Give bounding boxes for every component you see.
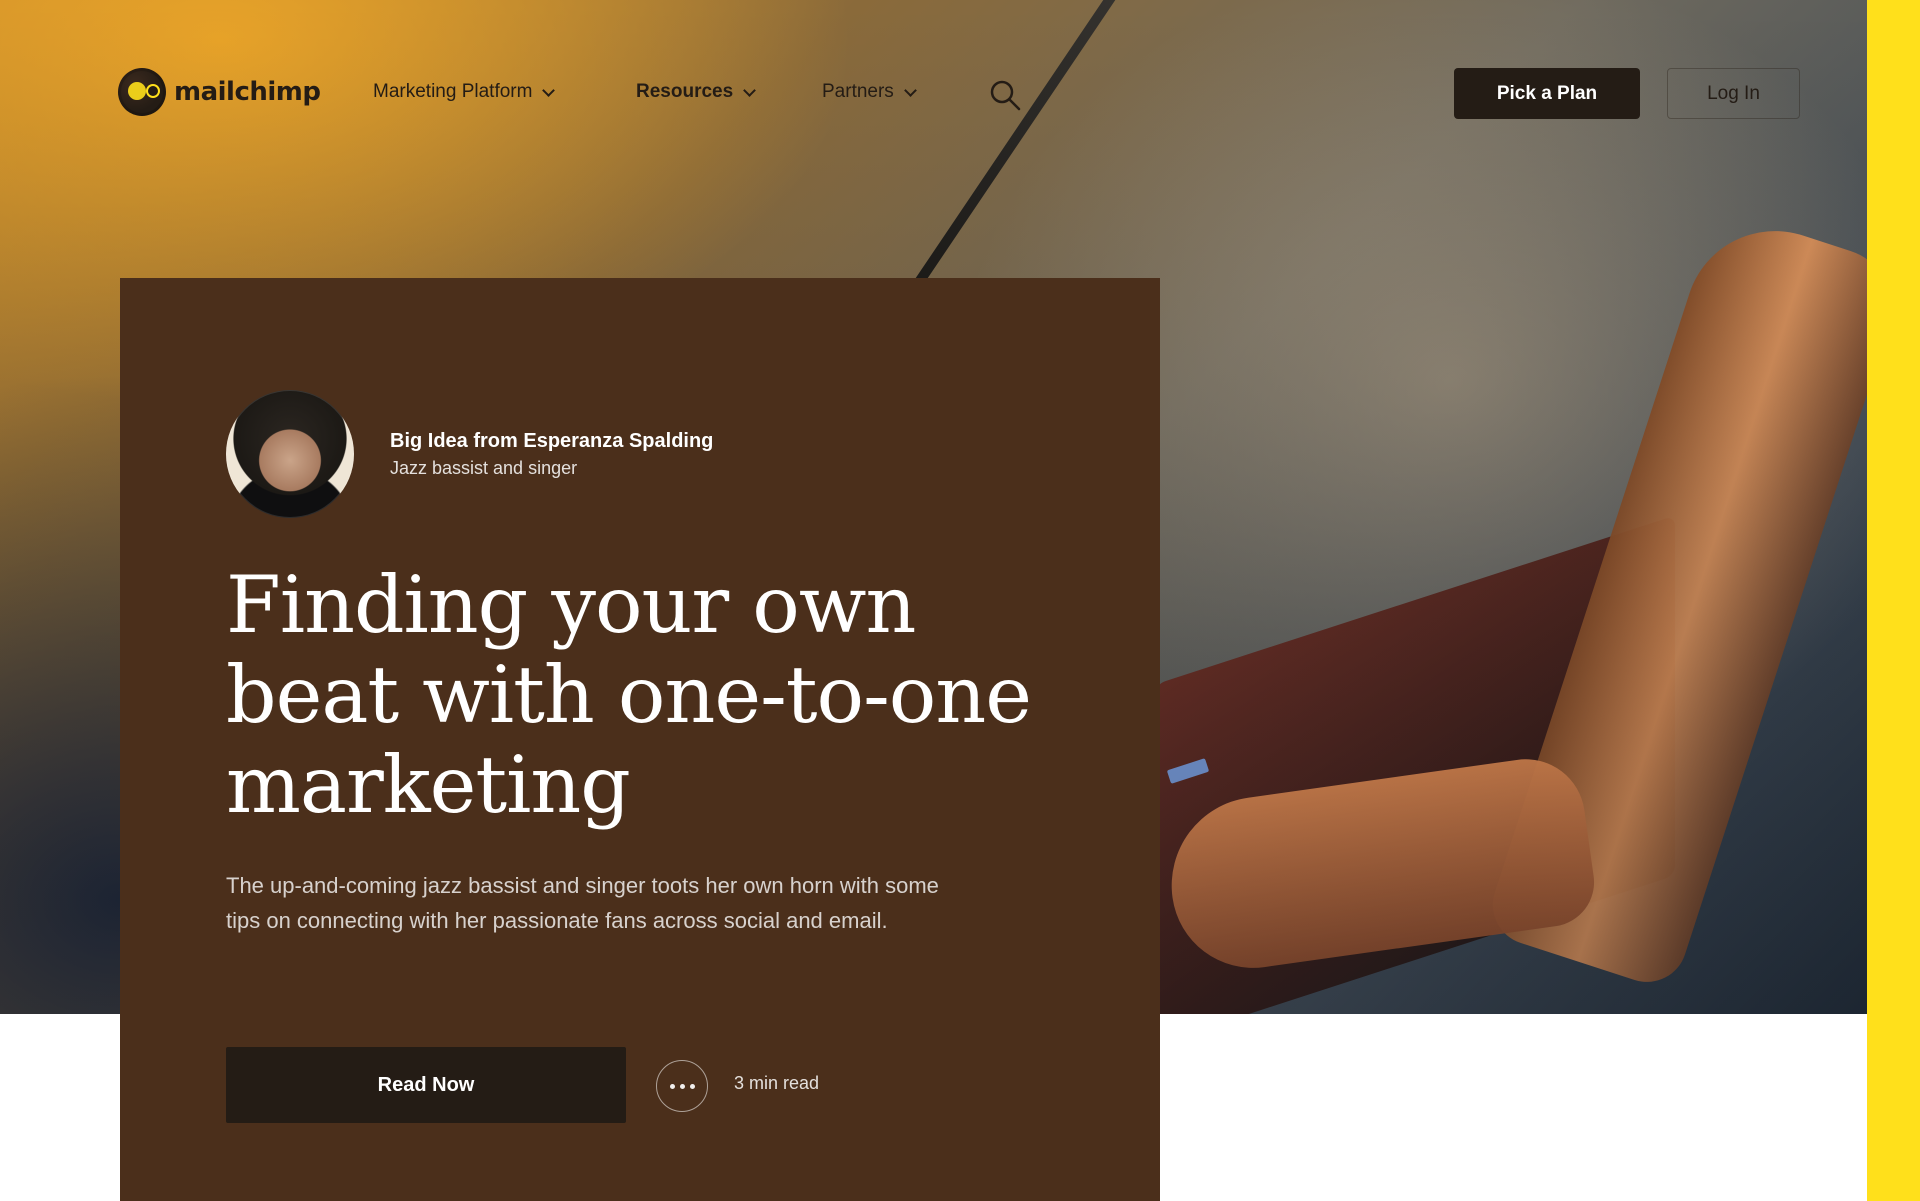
more-horizontal-icon-dot (669, 1083, 675, 1089)
read-time: 3 min read (734, 1073, 820, 1093)
more-options-button[interactable] (656, 1060, 708, 1112)
mailchimp-logo[interactable]: mailchimp (118, 68, 321, 116)
more-horizontal-icon-dot (689, 1083, 695, 1089)
author-block: Big Idea from Esperanza Spalding Jazz ba… (226, 390, 713, 518)
article-headline: Finding your own beat with one-to-one ma… (226, 559, 1032, 831)
more-horizontal-icon-dot (679, 1083, 685, 1089)
author-text: Big Idea from Esperanza Spalding Jazz ba… (390, 427, 713, 481)
freddie-logo-icon (118, 68, 166, 116)
nav-marketing-platform[interactable]: Marketing Platform (373, 78, 556, 106)
nav-marketing-platform-label: Marketing Platform (373, 81, 533, 102)
author-name: Big Idea from Esperanza Spalding (390, 430, 714, 452)
nav-partners[interactable]: Partners (822, 78, 917, 106)
logo-wordmark: mailchimp (174, 77, 321, 107)
nav-resources[interactable]: Resources (636, 78, 757, 106)
right-yellow-stripe (1867, 0, 1920, 1201)
search-icon[interactable] (988, 78, 1022, 112)
chevron-down-icon (743, 83, 757, 97)
top-nav: mailchimp Marketing Platform Resources P… (0, 0, 1867, 185)
nav-resources-label: Resources (636, 81, 734, 102)
pick-a-plan-button[interactable]: Pick a Plan (1454, 68, 1640, 119)
chevron-down-icon (903, 83, 917, 97)
nav-partners-label: Partners (822, 81, 894, 102)
log-in-button[interactable]: Log In (1667, 68, 1800, 119)
read-now-button[interactable]: Read Now (226, 1047, 626, 1123)
featured-article-card: Big Idea from Esperanza Spalding Jazz ba… (120, 278, 1160, 1201)
chevron-down-icon (542, 83, 556, 97)
article-excerpt: The up-and-coming jazz bassist and singe… (226, 873, 939, 933)
avatar (226, 390, 354, 518)
author-role: Jazz bassist and singer (390, 458, 578, 478)
